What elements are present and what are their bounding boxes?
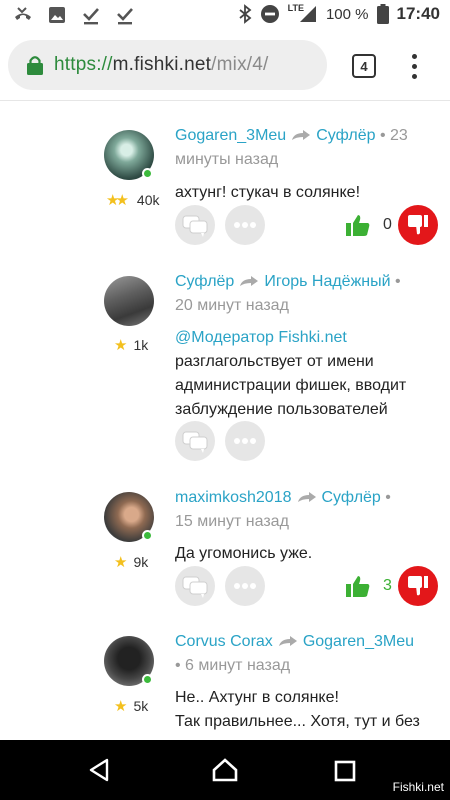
rating-value: 9k [133, 554, 149, 570]
author-link[interactable]: maximkosh2018 [175, 489, 292, 506]
thumbs-up-icon[interactable] [346, 575, 370, 597]
star-icon: ★ [114, 554, 128, 571]
author-link[interactable]: Corvus Corax [175, 633, 273, 650]
user-rating: ★★ 40k [106, 191, 159, 209]
comment-text: Да угомонись уже. [175, 542, 443, 566]
comment-header: Суфлёр Игорь Надёжный • 20 минут назад [175, 270, 440, 318]
like-count: 3 [383, 577, 392, 594]
lock-icon [27, 56, 43, 75]
url-scheme: https:// [54, 54, 113, 75]
comment-time-cont: минуты назад [175, 151, 279, 168]
comment-time: • [380, 489, 391, 506]
mention-link[interactable]: @Модератор Fishki.net [175, 329, 347, 346]
comment-time-cont: 15 минут назад [175, 513, 289, 530]
status-bar: LTE 100 % 17:40 [0, 0, 450, 32]
comment-line: Да угомонись уже. [175, 545, 313, 562]
more-dots-icon [234, 583, 256, 589]
comment-text: @Модератор Fishki.net разглагольствует о… [175, 326, 443, 422]
comment-header: maximkosh2018 Суфлёр • 15 минут назад [175, 486, 440, 534]
comment-time-cont: • 6 минут назад [175, 657, 291, 674]
star-icon: ★ [114, 698, 128, 715]
author-link[interactable]: Суфлёр [175, 273, 234, 290]
user-rating: ★ 9k [114, 553, 148, 571]
battery-level: 100 % [325, 5, 369, 23]
like-count: 0 [383, 216, 392, 233]
recent-apps-icon[interactable] [334, 760, 356, 782]
reply-to-link[interactable]: Суфлёр [316, 127, 375, 144]
rating-value: 40k [136, 192, 160, 208]
reply-to-link[interactable]: Gogaren_3Meu [303, 633, 414, 650]
speech-bubbles-icon [182, 576, 208, 598]
user-rating: ★ 1k [114, 336, 148, 354]
star-icon: ★ [114, 337, 128, 354]
comment-line: администрации фишек, вводит [175, 377, 407, 394]
battery-icon [376, 4, 389, 24]
overflow-menu-icon[interactable] [405, 52, 423, 82]
url-path: /mix/4/ [211, 54, 269, 75]
reply-button[interactable] [175, 421, 215, 461]
dislike-button[interactable] [398, 566, 438, 606]
reply-button[interactable] [175, 205, 215, 245]
download-done-icon [80, 4, 102, 26]
comment-line: ахтунг! стукач в солянке! [175, 184, 361, 201]
dislike-button[interactable] [398, 205, 438, 245]
more-options-button[interactable] [225, 421, 265, 461]
speech-bubbles-icon [182, 215, 208, 237]
comment-time: • 23 [375, 127, 408, 144]
url-host: m.fishki.net [112, 54, 212, 75]
comment-line: Так правильнее... Хотя, тут и без [175, 713, 420, 730]
thumbs-down-icon [408, 576, 428, 596]
url-text: https://m.fishki.net/mix/4/ [54, 54, 269, 76]
comment-header: Corvus Corax Gogaren_3Meu • 6 минут назад [175, 630, 440, 678]
do-not-disturb-icon [260, 5, 279, 23]
comment-line: заблуждение пользователей [175, 401, 388, 418]
reply-to-link[interactable]: Игорь Надёжный [264, 273, 390, 290]
more-dots-icon [234, 222, 256, 228]
network-type: LTE [287, 3, 304, 13]
toolbar-divider [0, 100, 450, 101]
more-options-button[interactable] [225, 205, 265, 245]
more-dots-icon [234, 438, 256, 444]
missed-call-icon [12, 4, 34, 26]
user-rating: ★ 5k [114, 697, 148, 715]
comment-line: Не.. Ахтунг в солянке! [175, 689, 339, 706]
watermark: Fishki.net [392, 780, 444, 794]
rating-value: 5k [133, 698, 149, 714]
reply-arrow-icon [297, 491, 316, 502]
system-nav-bar: Fishki.net [0, 740, 450, 800]
reply-button[interactable] [175, 566, 215, 606]
speech-bubbles-icon [182, 431, 208, 453]
address-bar[interactable]: https://m.fishki.net/mix/4/ [8, 40, 327, 90]
tab-switcher-button[interactable]: 4 [352, 54, 376, 78]
clock: 17:40 [396, 4, 440, 23]
star-icon: ★★ [106, 192, 129, 209]
more-options-button[interactable] [225, 566, 265, 606]
comment-text: ахтунг! стукач в солянке! [175, 181, 443, 205]
thumbs-up-icon[interactable] [346, 214, 370, 236]
comment-header: Gogaren_3Meu Суфлёр • 23 минуты назад [175, 124, 440, 172]
online-indicator [142, 530, 153, 541]
back-icon[interactable] [88, 758, 110, 782]
thumbs-down-icon [408, 215, 428, 235]
reply-arrow-icon [292, 129, 311, 140]
comment-time: • [390, 273, 401, 290]
comment-line: разглагольствует от имени [175, 353, 374, 370]
author-link[interactable]: Gogaren_3Meu [175, 127, 286, 144]
browser-toolbar: https://m.fishki.net/mix/4/ 4 [0, 32, 450, 100]
comment-text: Не.. Ахтунг в солянке! Так правильнее...… [175, 686, 443, 734]
avatar[interactable] [104, 276, 154, 326]
reply-to-link[interactable]: Суфлёр [322, 489, 381, 506]
comment-time-cont: 20 минут назад [175, 297, 289, 314]
reply-arrow-icon [240, 275, 259, 286]
reply-arrow-icon [278, 635, 297, 646]
online-indicator [142, 674, 153, 685]
home-icon[interactable] [212, 757, 238, 783]
bluetooth-icon [239, 4, 252, 24]
download-done-icon-2 [114, 4, 136, 26]
online-indicator [142, 168, 153, 179]
rating-value: 1k [133, 337, 149, 353]
gallery-icon [46, 4, 68, 26]
